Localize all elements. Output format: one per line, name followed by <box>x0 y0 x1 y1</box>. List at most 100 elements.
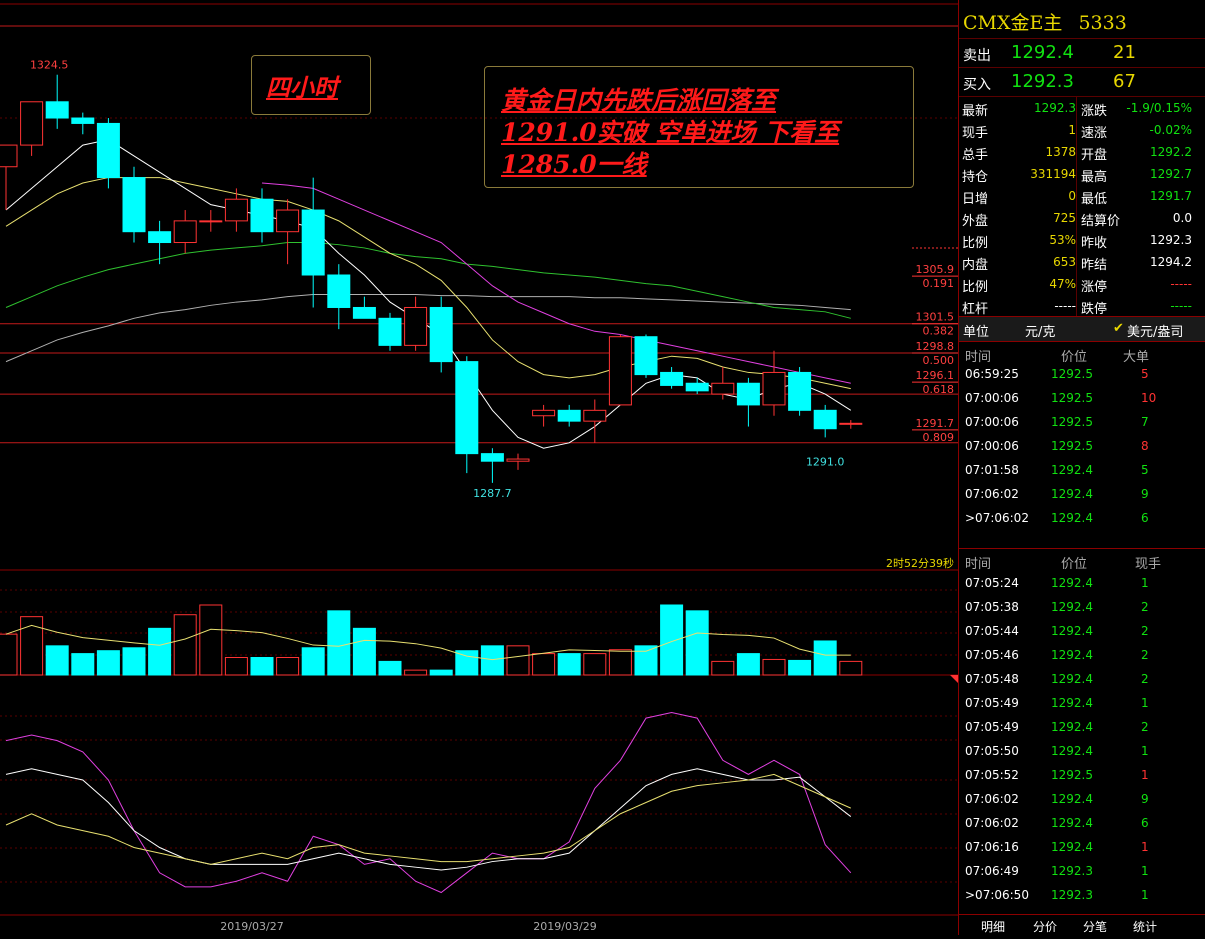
volume-bar <box>96 650 120 676</box>
fib-price-label: 1298.8 <box>916 340 955 353</box>
candle-body <box>480 453 504 462</box>
row-time: 07:06:02 <box>965 487 1019 501</box>
row-time: 07:05:50 <box>965 744 1019 758</box>
quote-value: 0 <box>1068 189 1076 203</box>
row-price: 1292.5 <box>1051 367 1093 381</box>
volume-bar <box>736 653 760 676</box>
candlestick-chart[interactable]: 1305.9 0.191 1301.5 0.382 1298.8 0.500 1296.1 0… <box>0 0 958 935</box>
row-time: 07:00:06 <box>965 439 1019 453</box>
volume-bar <box>608 649 632 676</box>
quote-key: 最高 <box>1081 170 1108 185</box>
row-time: 07:06:02 <box>965 816 1019 830</box>
quote-panel: CMX金E主 5333 卖出 1292.4 21 买入 1292.3 67 最新… <box>958 0 1205 935</box>
row-time: >07:06:50 <box>965 888 1029 902</box>
volume-bar <box>378 660 402 676</box>
quote-row: 持仓 331194 最高 1292.7 <box>959 163 1205 185</box>
tick-row: 07:06:02 1292.4 9 <box>959 788 1205 812</box>
unit-alt[interactable]: 美元/盎司 <box>1127 321 1183 340</box>
tick-row: 07:05:38 1292.4 2 <box>959 596 1205 620</box>
annotation-box: 黄金日内先跌后涨回落至 1291.0实破 空单进场 下看至 1285.0一线 <box>484 66 914 188</box>
sell-label: 卖出 <box>963 48 991 64</box>
quote-value: ----- <box>1170 299 1192 313</box>
quote-value: ----- <box>1170 277 1192 291</box>
tick-row: 07:05:49 1292.4 2 <box>959 716 1205 740</box>
quote-row: 最新 1292.3 涨跌 -1.9/0.15% <box>959 97 1205 119</box>
detail-tabs: 明细 分价 分笔 统计 <box>959 914 1205 935</box>
tick-row: 07:05:24 1292.4 1 <box>959 572 1205 596</box>
quote-value: 53% <box>1049 233 1076 247</box>
quote-row: 日增 0 最低 1291.7 <box>959 185 1205 207</box>
row-time: 07:00:06 <box>965 391 1019 405</box>
row-volume: 9 <box>1141 487 1149 501</box>
candle-body <box>557 409 581 422</box>
row-time: 07:01:58 <box>965 463 1019 477</box>
unit-value[interactable]: 元/克 <box>1025 321 1055 340</box>
instrument-name: CMX金E主 <box>963 12 1063 34</box>
quote-key: 结算价 <box>1081 214 1121 229</box>
tab-statistics[interactable]: 统计 <box>1133 918 1157 935</box>
candle-body <box>660 371 684 386</box>
quote-value: 1292.2 <box>1150 145 1192 159</box>
volume-bar <box>455 650 479 676</box>
tick-row: 07:06:49 1292.3 1 <box>959 860 1205 884</box>
quote-row: 比例 47% 涨停 ----- <box>959 273 1205 295</box>
row-volume: 6 <box>1141 816 1149 830</box>
big-order-row: >07:06:02 1292.4 6 <box>959 507 1205 531</box>
annotation-line-3: 1285.0一线 <box>501 150 647 179</box>
quote-value: 331194 <box>1030 167 1076 181</box>
quote-key: 外盘 <box>962 214 989 229</box>
volume-bar <box>173 614 197 676</box>
fib-price-label: 1296.1 <box>916 369 955 382</box>
candle-body <box>736 382 760 406</box>
row-price: 1292.4 <box>1051 792 1093 806</box>
volume-bar <box>839 660 863 676</box>
big-order-row: 07:06:02 1292.4 9 <box>959 483 1205 507</box>
fib-price-label: 1291.7 <box>916 417 955 430</box>
sell-volume: 21 <box>1113 42 1136 63</box>
sell-row: 卖出 1292.4 21 <box>959 40 1205 66</box>
tick-row: 07:05:49 1292.4 1 <box>959 692 1205 716</box>
quote-key: 最低 <box>1081 192 1108 207</box>
candle-body <box>839 422 863 425</box>
quote-value: 1294.2 <box>1150 255 1192 269</box>
tick-row: 07:05:46 1292.4 2 <box>959 644 1205 668</box>
row-volume: 8 <box>1141 439 1149 453</box>
candle-body <box>173 220 197 244</box>
quote-key: 总手 <box>962 148 989 163</box>
tab-price-distribution[interactable]: 分价 <box>1033 918 1057 935</box>
x-axis-label: 2019/03/29 <box>533 920 596 933</box>
tab-detail[interactable]: 明细 <box>981 918 1005 935</box>
candle-body <box>71 117 95 124</box>
row-price: 1292.4 <box>1051 720 1093 734</box>
big-order-header: 时间 价位 大单 <box>959 344 1205 365</box>
candle-body <box>20 101 44 146</box>
tick-row: 07:06:02 1292.4 6 <box>959 812 1205 836</box>
row-price: 1292.3 <box>1051 888 1093 902</box>
row-time: 06:59:25 <box>965 367 1019 381</box>
row-time: 07:05:44 <box>965 624 1019 638</box>
quote-row: 现手 1 速涨 -0.02% <box>959 119 1205 141</box>
row-time: 07:05:48 <box>965 672 1019 686</box>
candle-body <box>224 198 248 222</box>
quote-value: 47% <box>1049 277 1076 291</box>
tick-row: 07:05:44 1292.4 2 <box>959 620 1205 644</box>
volume-bar <box>276 657 300 676</box>
quote-value: 0.0 <box>1172 211 1192 225</box>
row-volume: 9 <box>1141 792 1149 806</box>
quote-key: 内盘 <box>962 258 989 273</box>
quote-value: ----- <box>1054 299 1076 313</box>
row-time: 07:05:46 <box>965 648 1019 662</box>
volume-bar <box>660 604 684 676</box>
candle-body <box>608 336 632 406</box>
row-time: 07:05:49 <box>965 720 1019 734</box>
big-order-row: 07:00:06 1292.5 10 <box>959 387 1205 411</box>
row-time: 07:05:49 <box>965 696 1019 710</box>
candle-body <box>685 382 709 392</box>
volume-bar <box>813 640 837 676</box>
row-time: 07:05:24 <box>965 576 1019 590</box>
volume-bar <box>148 627 172 676</box>
candle-body <box>711 382 735 395</box>
tab-trades[interactable]: 分笔 <box>1083 918 1107 935</box>
candle-body <box>250 198 274 233</box>
annotation-line-2: 1291.0实破 空单进场 下看至 <box>501 118 840 147</box>
